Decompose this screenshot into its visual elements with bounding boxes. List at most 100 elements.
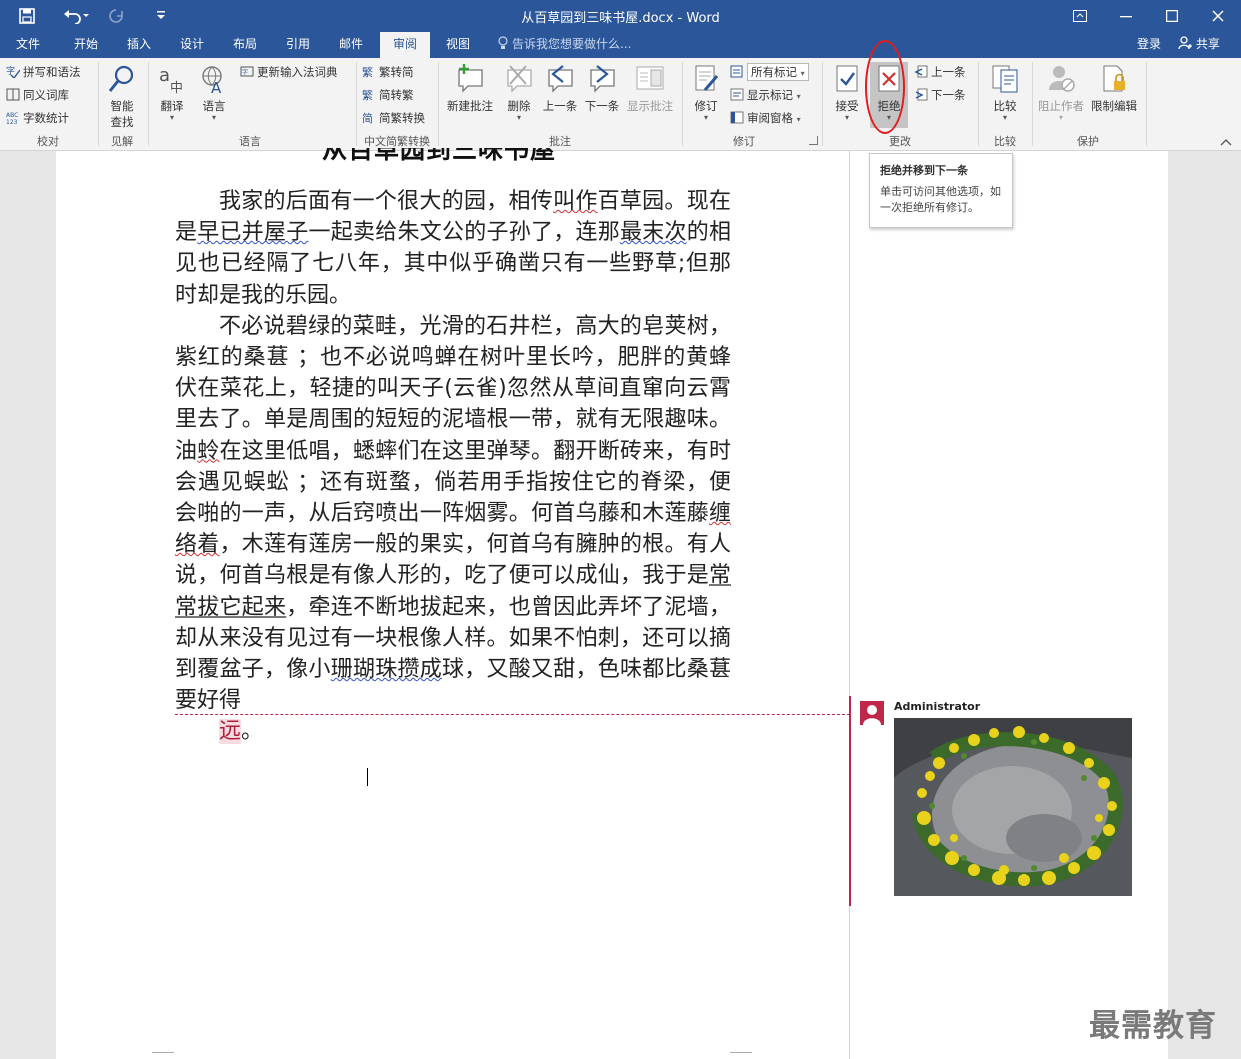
reviewing-pane-button[interactable]: 审阅窗格 ▾ [730, 108, 801, 128]
translate-button[interactable]: a中 翻译 ▾ [154, 64, 190, 122]
word-count-button[interactable]: ABC 123 字数统计 [6, 108, 69, 128]
to-traditional-button[interactable]: 繁简转繁 [362, 85, 414, 105]
new-comment-button[interactable]: 新建批注 [443, 64, 497, 114]
tooltip-title: 拒绝并移到下一条 [880, 164, 968, 177]
svg-text:繁: 繁 [362, 88, 373, 101]
person-icon [1178, 36, 1196, 51]
text-run: 一起卖给朱文公的子孙了，连那 [308, 220, 620, 246]
to-simplified-button[interactable]: 繁繁转简 [362, 62, 414, 82]
tab-references[interactable]: 引用 [276, 32, 320, 58]
maximize-icon[interactable] [1149, 0, 1195, 32]
track-changes-icon [691, 64, 721, 94]
previous-comment-label: 上一条 [542, 99, 578, 113]
paragraph-2: 不必说碧绿的菜畦，光滑的石井栏，高大的皂荚树，紫红的桑葚 ；也不必说鸣蝉在树叶里… [175, 311, 731, 717]
language-button[interactable]: A 语言 ▾ [196, 64, 232, 122]
dialog-launcher-icon[interactable] [809, 136, 818, 145]
login-link[interactable]: 登录 [1137, 32, 1161, 58]
previous-comment-button[interactable]: 上一条 [540, 64, 580, 114]
simplified-to-traditional-icon: 繁 [362, 87, 376, 102]
compare-label: 比较 [993, 99, 1017, 113]
chinese-convert-icon: 简 [362, 110, 376, 125]
previous-change-icon [914, 64, 928, 78]
smart-lookup-label-2: 查找 [110, 115, 134, 129]
ribbon-display-icon[interactable] [1057, 0, 1103, 32]
group-separator [98, 62, 99, 146]
globe-icon: A [199, 64, 229, 97]
chinese-convert-button[interactable]: 简简繁转换 [362, 108, 425, 128]
ime-dictionary-label: 更新输入法词典 [257, 65, 338, 79]
delete-comment-button[interactable]: 删除 ▾ [501, 64, 537, 122]
new-comment-label: 新建批注 [447, 99, 493, 113]
collapse-ribbon-icon[interactable] [1220, 136, 1232, 146]
translate-icon: a中 [157, 64, 187, 96]
track-changes-button[interactable]: 修订 ▾ [688, 64, 724, 122]
compare-button[interactable]: 比较 ▾ [986, 64, 1024, 122]
comment-image[interactable] [894, 718, 1132, 896]
text-run: ，木莲有莲房一般的果实，何首乌有臃肿的根。有人说，何首乌根是有像人形的，吃了便可… [175, 532, 731, 589]
chevron-down-icon: ▾ [703, 113, 708, 122]
chevron-down-icon: ▾ [1058, 113, 1063, 122]
markup-area [849, 151, 1168, 1059]
minimize-icon[interactable] [1103, 0, 1149, 32]
lightbulb-icon [498, 32, 512, 56]
tab-design[interactable]: 设计 [170, 32, 214, 58]
show-markup-icon [730, 87, 744, 101]
track-changes-label: 修订 [694, 99, 718, 113]
show-markup-button[interactable]: 显示标记 ▾ [730, 85, 801, 105]
show-comments-label: 显示批注 [627, 99, 673, 113]
spelling-error-run: 蛉 [197, 438, 220, 464]
paragraph-2-tail: 远。 [175, 716, 731, 747]
markup-display-select[interactable]: 所有标记 ▾ [747, 63, 809, 81]
markup-display-dropdown[interactable]: 所有标记 ▾ [730, 62, 809, 82]
tab-layout[interactable]: 布局 [223, 32, 267, 58]
tab-view[interactable]: 视图 [436, 32, 480, 58]
smart-lookup-button[interactable]: 智能 查找 [104, 64, 140, 130]
document-body[interactable]: 我家的后面有一个很大的园，相传叫作百草园。现在是早已并屋子一起卖给朱文公的子孙了… [175, 186, 731, 748]
previous-change-button[interactable]: 上一条 [914, 62, 966, 82]
chinese-convert-label: 简繁转换 [379, 111, 425, 125]
group-separator [1032, 62, 1033, 146]
share-button[interactable]: 共享 [1178, 32, 1220, 58]
next-change-icon [914, 87, 928, 101]
chevron-down-icon: ▾ [211, 113, 216, 122]
next-change-button[interactable]: 下一条 [914, 85, 966, 105]
next-comment-button[interactable]: 下一条 [582, 64, 622, 114]
tab-insert[interactable]: 插入 [117, 32, 161, 58]
thesaurus-button[interactable]: 同义词库 [6, 85, 69, 105]
tab-mailings[interactable]: 邮件 [329, 32, 373, 58]
comment-author: Administrator [894, 700, 981, 713]
spelling-error-run: 叫作 [553, 189, 598, 214]
tab-home[interactable]: 开始 [64, 32, 108, 58]
grammar-error-run: 早已并屋子 [197, 220, 309, 246]
show-comments-button[interactable]: 显示批注 [623, 64, 677, 114]
close-icon[interactable] [1195, 0, 1241, 32]
translate-label: 翻译 [160, 99, 184, 113]
tab-review[interactable]: 审阅 [380, 32, 430, 58]
text-run: 。 [241, 719, 264, 745]
update-ime-dictionary-button[interactable]: 字 更新输入法词典 [240, 62, 338, 82]
group-label-changes: 更改 [889, 135, 911, 148]
svg-text:A: A [211, 79, 222, 94]
tab-file[interactable]: 文件 [6, 32, 50, 58]
watermark: 最需教育 [1089, 1008, 1217, 1044]
group-label-comments: 批注 [549, 135, 571, 148]
highlight-annotation-circle [865, 40, 905, 134]
accept-label: 接受 [835, 99, 859, 113]
spelling-grammar-button[interactable]: 字拼写和语法 [6, 62, 81, 82]
svg-text:字: 字 [242, 68, 248, 76]
ime-dictionary-icon: 字 [240, 64, 254, 77]
commented-text[interactable]: 远 [219, 719, 242, 745]
show-comments-icon [635, 64, 665, 94]
group-separator [822, 62, 823, 146]
markup-display-value: 所有标记 [751, 65, 797, 79]
restrict-editing-button[interactable]: 限制编辑 [1088, 64, 1140, 114]
svg-text:简: 简 [362, 111, 373, 124]
accept-button[interactable]: 接受 ▾ [828, 64, 866, 122]
block-authors-button[interactable]: 阻止作者 ▾ [1036, 64, 1086, 122]
block-authors-icon [1046, 64, 1076, 94]
paragraph-1: 我家的后面有一个很大的园，相传叫作百草园。现在是早已并屋子一起卖给朱文公的子孙了… [175, 186, 731, 311]
chevron-down-icon: ▾ [516, 113, 521, 122]
tell-me-box[interactable]: 告诉我您想要做什么... [498, 32, 631, 58]
group-label-compare: 比较 [994, 135, 1016, 148]
group-label-chinese: 中文简繁转换 [364, 135, 430, 148]
